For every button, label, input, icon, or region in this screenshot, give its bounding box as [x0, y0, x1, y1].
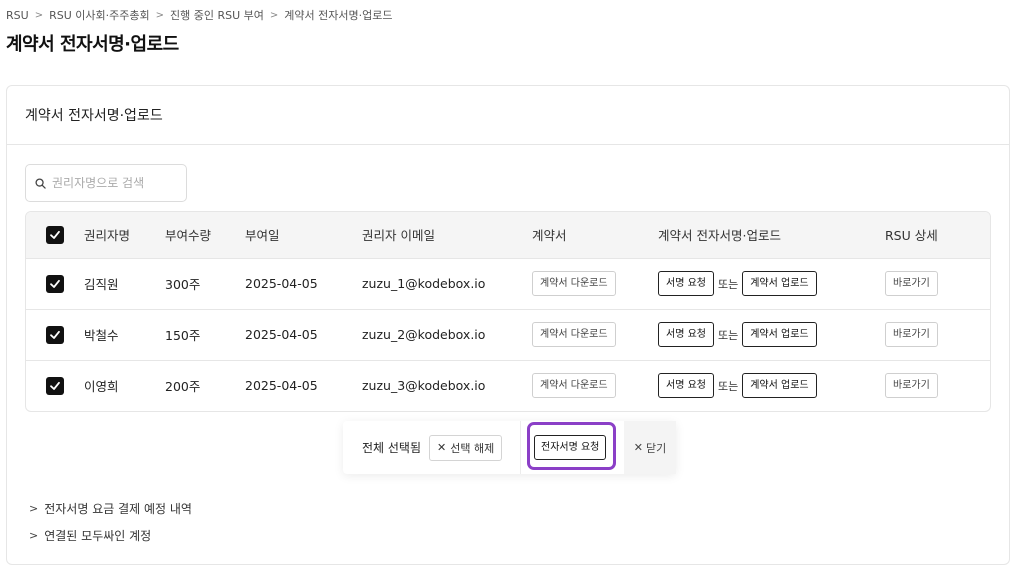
header-esign: 계약서 전자서명·업로드 [658, 228, 781, 244]
cell-email: zuzu_2@kodebox.io [362, 327, 486, 342]
cell-date: 2025-04-05 [245, 276, 318, 291]
cell-name: 박철수 [84, 328, 119, 343]
chevron-right-icon: > [29, 529, 39, 542]
esign-request-button[interactable]: 전자서명 요청 [534, 435, 607, 460]
table-row: 박철수 150주 2025-04-05 zuzu_2@kodebox.io 계약… [26, 309, 990, 360]
accordion-label: 전자서명 요금 결제 예정 내역 [44, 502, 192, 516]
table-row: 김직원 300주 2025-04-05 zuzu_1@kodebox.io 계약… [26, 258, 990, 309]
row-checkbox[interactable] [46, 274, 64, 293]
contract-card: 계약서 전자서명·업로드 권리자명 부여수량 부여일 권리자 이메일 계약서 계… [6, 85, 1010, 565]
chevron-right-icon: > [29, 502, 39, 515]
rsu-detail-button[interactable]: 바로가기 [885, 271, 938, 296]
divider [520, 421, 522, 474]
close-icon: ✕ [633, 441, 643, 454]
breadcrumb-item-board[interactable]: RSU 이사회·주주총회 [49, 7, 150, 23]
sign-request-button[interactable]: 서명 요청 [658, 373, 714, 399]
cell-qty: 150주 [165, 328, 201, 343]
breadcrumb-item-ongoing[interactable]: 진행 중인 RSU 부여 [170, 7, 264, 23]
header-qty: 부여수량 [165, 228, 212, 244]
check-icon [50, 330, 60, 339]
close-bar-button[interactable]: ✕ 닫기 [624, 421, 676, 474]
table-header-row: 권리자명 부여수량 부여일 권리자 이메일 계약서 계약서 전자서명·업로드 R… [26, 212, 990, 258]
chevron-right-icon: > [269, 9, 279, 21]
header-contract: 계약서 [532, 228, 567, 244]
or-text: 또는 [717, 328, 739, 342]
selected-status-text: 전체 선택됨 [362, 441, 422, 455]
breadcrumb-item-rsu[interactable]: RSU [6, 9, 29, 22]
search-box[interactable] [25, 164, 187, 202]
cell-date: 2025-04-05 [245, 378, 318, 394]
sign-request-button[interactable]: 서명 요청 [658, 322, 714, 347]
upload-contract-button[interactable]: 계약서 업로드 [742, 373, 817, 399]
or-text: 또는 [717, 277, 739, 291]
cell-name: 김직원 [84, 277, 119, 292]
page-title: 계약서 전자서명·업로드 [6, 34, 179, 55]
header-date: 부여일 [245, 228, 280, 244]
close-icon: ✕ [437, 441, 447, 454]
download-contract-button[interactable]: 계약서 다운로드 [532, 322, 616, 347]
cell-email: zuzu_3@kodebox.io [362, 378, 486, 394]
rsu-detail-button[interactable]: 바로가기 [885, 373, 938, 399]
check-icon [50, 381, 60, 390]
cell-qty: 300주 [165, 277, 201, 292]
breadcrumb-item-current: 계약서 전자서명·업로드 [284, 9, 393, 22]
header-name: 권리자명 [84, 228, 131, 244]
deselect-button[interactable]: ✕ 선택 해제 [429, 434, 503, 461]
breadcrumb: RSU > RSU 이사회·주주총회 > 진행 중인 RSU 부여 > 계약서 … [6, 7, 392, 23]
close-label: 닫기 [645, 441, 667, 455]
accordion-modusign-account[interactable]: > 연결된 모두싸인 계정 [29, 527, 151, 544]
search-icon [35, 174, 46, 193]
grantee-table: 권리자명 부여수량 부여일 권리자 이메일 계약서 계약서 전자서명·업로드 R… [25, 211, 991, 412]
table-row: 이영희 200주 2025-04-05 zuzu_3@kodebox.io 계약… [26, 360, 990, 411]
page: RSU > RSU 이사회·주주총회 > 진행 중인 RSU 부여 > 계약서 … [0, 0, 1015, 570]
row-checkbox[interactable] [46, 376, 64, 395]
card-title: 계약서 전자서명·업로드 [7, 86, 1009, 145]
cell-email: zuzu_1@kodebox.io [362, 276, 486, 291]
upload-contract-button[interactable]: 계약서 업로드 [742, 271, 817, 296]
row-checkbox[interactable] [46, 325, 64, 344]
cell-name: 이영희 [84, 379, 119, 395]
search-input[interactable] [52, 176, 172, 190]
accordion-label: 연결된 모두싸인 계정 [44, 529, 152, 543]
chevron-right-icon: > [34, 9, 44, 21]
rsu-detail-button[interactable]: 바로가기 [885, 322, 938, 347]
header-email: 권리자 이메일 [362, 228, 435, 244]
sign-request-button[interactable]: 서명 요청 [658, 271, 714, 296]
chevron-right-icon: > [155, 9, 164, 21]
cell-qty: 200주 [165, 379, 201, 395]
upload-contract-button[interactable]: 계약서 업로드 [742, 322, 817, 347]
selection-action-bar: 전체 선택됨 ✕ 선택 해제 전자서명 요청 ✕ 닫기 [343, 421, 676, 474]
or-text: 또는 [717, 379, 739, 393]
download-contract-button[interactable]: 계약서 다운로드 [532, 373, 616, 399]
check-icon [50, 230, 60, 239]
select-all-checkbox[interactable] [46, 225, 64, 244]
deselect-label: 선택 해제 [450, 441, 495, 455]
cell-date: 2025-04-05 [245, 327, 318, 342]
header-rsu-detail: RSU 상세 [885, 228, 938, 244]
accordion-esign-fee[interactable]: > 전자서명 요금 결제 예정 내역 [29, 500, 192, 517]
check-icon [50, 279, 60, 288]
download-contract-button[interactable]: 계약서 다운로드 [532, 271, 616, 296]
